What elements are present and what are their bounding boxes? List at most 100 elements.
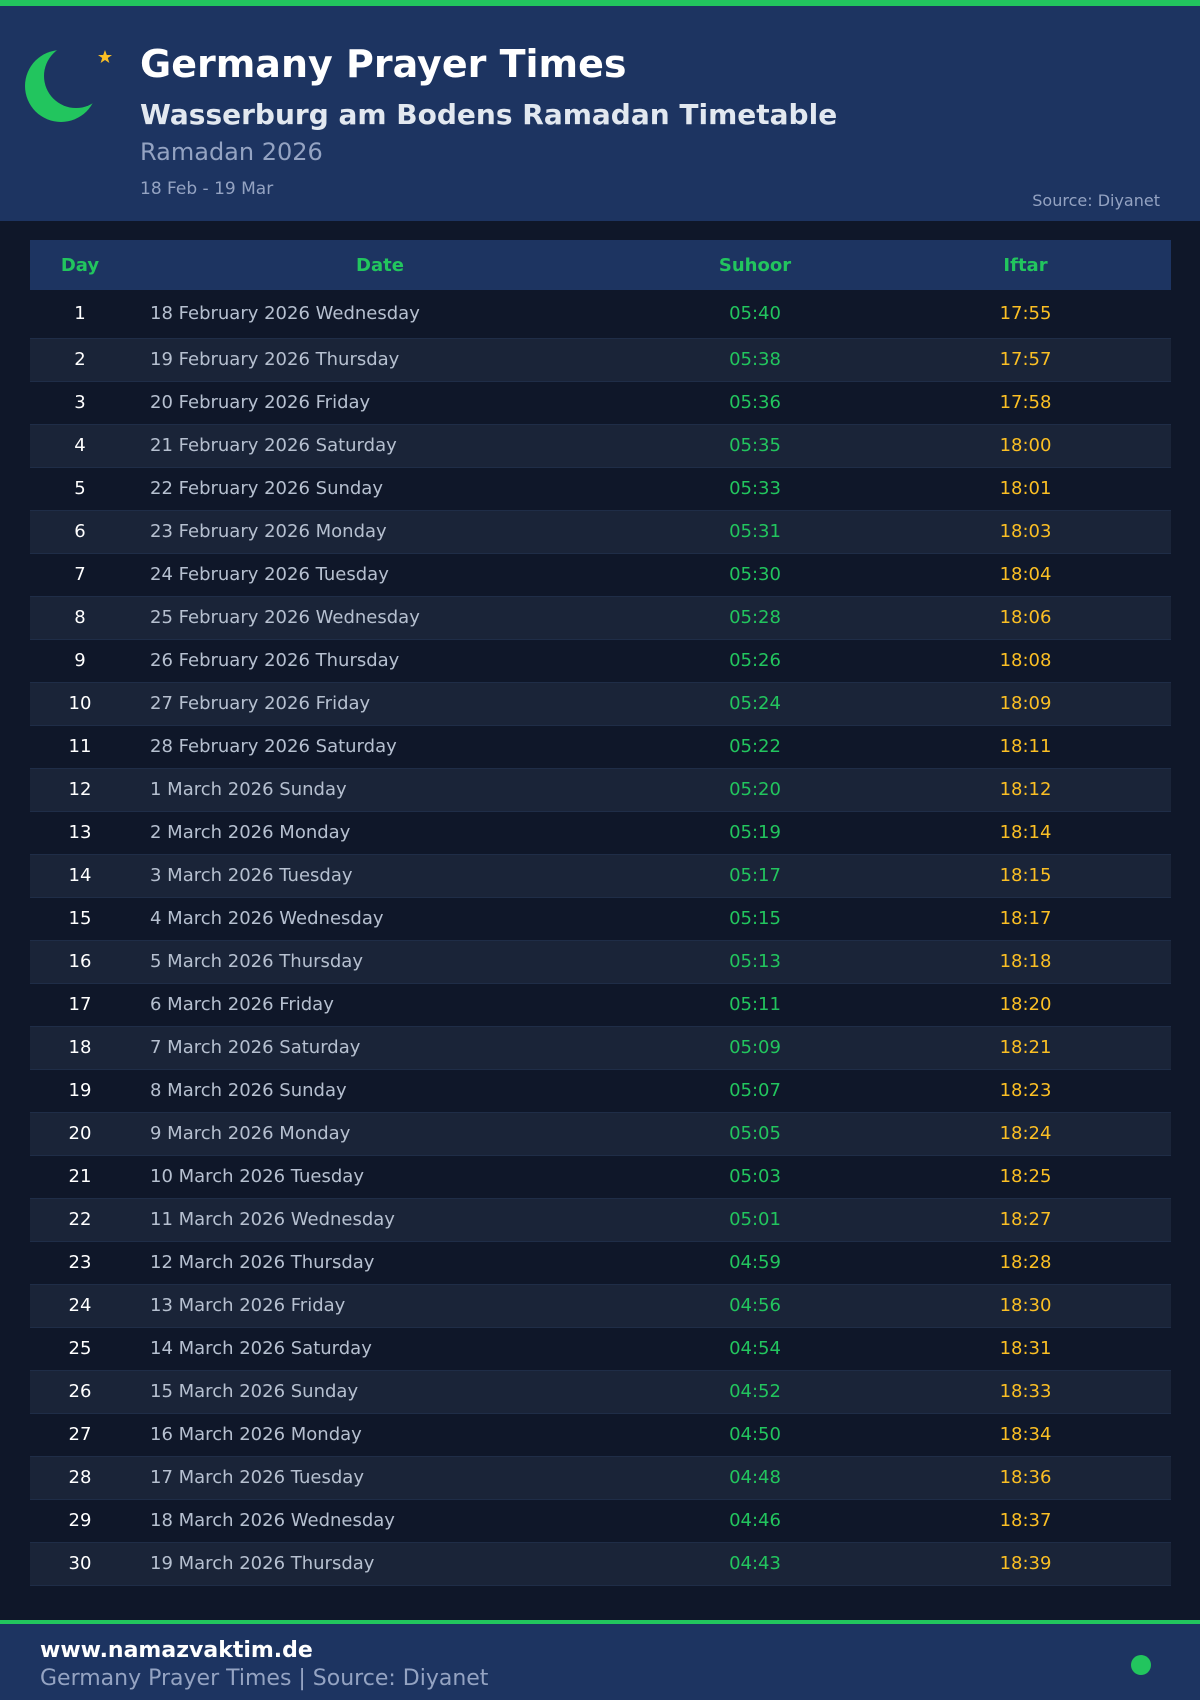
day-cell: 17	[68, 994, 92, 1015]
suhoor-cell: 04:43	[729, 1553, 781, 1574]
iftar-cell: 18:37	[999, 1510, 1052, 1531]
table-row: 6 23 February 2026 Monday 05:31 18:03	[30, 510, 1171, 553]
table-row: 14 3 March 2026 Tuesday 05:17 18:15	[30, 854, 1171, 897]
table-row: 21 10 March 2026 Tuesday 05:03 18:25	[30, 1155, 1171, 1198]
suhoor-cell: 04:52	[729, 1381, 781, 1402]
table-row: 7 24 February 2026 Tuesday 05:30 18:04	[30, 553, 1171, 596]
iftar-cell: 18:18	[999, 951, 1052, 972]
suhoor-cell: 05:03	[729, 1166, 781, 1187]
table-row: 12 1 March 2026 Sunday 05:20 18:12	[30, 768, 1171, 811]
iftar-cell: 18:30	[999, 1295, 1052, 1316]
suhoor-cell: 05:05	[729, 1123, 781, 1144]
table-row: 17 6 March 2026 Friday 05:11 18:20	[30, 983, 1171, 1026]
table-row: 11 28 February 2026 Saturday 05:22 18:11	[30, 725, 1171, 768]
day-cell: 4	[74, 435, 86, 456]
date-cell: 17 March 2026 Tuesday	[150, 1467, 364, 1488]
crescent-moon-star-icon	[24, 46, 124, 126]
table-row: 16 5 March 2026 Thursday 05:13 18:18	[30, 940, 1171, 983]
footer-site-link[interactable]: www.namazvaktim.de	[40, 1638, 313, 1663]
date-cell: 8 March 2026 Sunday	[150, 1080, 347, 1101]
suhoor-cell: 04:54	[729, 1338, 781, 1359]
suhoor-cell: 05:38	[729, 349, 781, 370]
date-cell: 20 February 2026 Friday	[150, 392, 371, 413]
suhoor-cell: 04:59	[729, 1252, 781, 1273]
date-cell: 5 March 2026 Thursday	[150, 951, 363, 972]
suhoor-cell: 04:48	[729, 1467, 781, 1488]
day-cell: 13	[68, 822, 92, 843]
status-dot-icon	[1131, 1655, 1151, 1675]
table-row: 3 20 February 2026 Friday 05:36 17:58	[30, 381, 1171, 424]
date-cell: 16 March 2026 Monday	[150, 1424, 362, 1445]
iftar-cell: 18:36	[999, 1467, 1052, 1488]
date-cell: 21 February 2026 Saturday	[150, 435, 397, 456]
suhoor-cell: 05:28	[729, 607, 781, 628]
table-row: 8 25 February 2026 Wednesday 05:28 18:06	[30, 596, 1171, 639]
table-row: 26 15 March 2026 Sunday 04:52 18:33	[30, 1370, 1171, 1413]
iftar-cell: 18:17	[999, 908, 1052, 929]
iftar-cell: 18:04	[999, 564, 1052, 585]
table-row: 10 27 February 2026 Friday 05:24 18:09	[30, 682, 1171, 725]
timetable: Day Date Suhoor Iftar 1 18 February 2026 …	[30, 240, 1171, 1586]
iftar-cell: 18:09	[999, 693, 1052, 714]
suhoor-cell: 05:19	[729, 822, 781, 843]
iftar-cell: 17:58	[999, 392, 1052, 413]
day-cell: 22	[68, 1209, 92, 1230]
column-header-suhoor: Suhoor	[718, 254, 792, 276]
day-cell: 23	[68, 1252, 92, 1273]
table-row: 22 11 March 2026 Wednesday 05:01 18:27	[30, 1198, 1171, 1241]
table-row: 29 18 March 2026 Wednesday 04:46 18:37	[30, 1499, 1171, 1542]
day-cell: 7	[74, 564, 86, 585]
suhoor-cell: 05:01	[729, 1209, 781, 1230]
iftar-cell: 18:28	[999, 1252, 1052, 1273]
iftar-cell: 18:39	[999, 1553, 1052, 1574]
page: Germany Prayer Times Wasserburg am Boden…	[0, 0, 1200, 1700]
iftar-cell: 18:27	[999, 1209, 1052, 1230]
iftar-cell: 18:24	[999, 1123, 1052, 1144]
table-row: 23 12 March 2026 Thursday 04:59 18:28	[30, 1241, 1171, 1284]
table-row: 5 22 February 2026 Sunday 05:33 18:01	[30, 467, 1171, 510]
date-cell: 6 March 2026 Friday	[150, 994, 334, 1015]
suhoor-cell: 05:07	[729, 1080, 781, 1101]
suhoor-cell: 04:46	[729, 1510, 781, 1531]
suhoor-cell: 05:33	[729, 478, 781, 499]
day-cell: 28	[68, 1467, 92, 1488]
day-cell: 26	[68, 1381, 92, 1402]
date-cell: 9 March 2026 Monday	[150, 1123, 351, 1144]
footer: www.namazvaktim.de Germany Prayer Times …	[0, 1620, 1200, 1700]
day-cell: 15	[68, 908, 92, 929]
date-cell: 18 February 2026 Wednesday	[150, 303, 420, 325]
day-cell: 29	[68, 1510, 92, 1531]
day-cell: 10	[68, 693, 92, 714]
table-row: 13 2 March 2026 Monday 05:19 18:14	[30, 811, 1171, 854]
day-cell: 18	[68, 1037, 92, 1058]
suhoor-cell: 05:35	[729, 435, 781, 456]
date-cell: 1 March 2026 Sunday	[150, 779, 347, 800]
table-row: 1 18 February 2026 Wednesday 05:40 17:55	[30, 290, 1171, 338]
iftar-cell: 18:33	[999, 1381, 1052, 1402]
page-subtitle: Wasserburg am Bodens Ramadan Timetable	[140, 98, 838, 131]
day-cell: 30	[68, 1553, 92, 1574]
day-cell: 19	[68, 1080, 92, 1101]
iftar-cell: 18:06	[999, 607, 1052, 628]
suhoor-cell: 05:17	[729, 865, 781, 886]
table-row: 27 16 March 2026 Monday 04:50 18:34	[30, 1413, 1171, 1456]
date-cell: 14 March 2026 Saturday	[150, 1338, 372, 1359]
table-row: 28 17 March 2026 Tuesday 04:48 18:36	[30, 1456, 1171, 1499]
suhoor-cell: 05:09	[729, 1037, 781, 1058]
day-cell: 14	[68, 865, 92, 886]
footer-subtitle: Germany Prayer Times | Source: Diyanet	[40, 1666, 489, 1691]
date-cell: 15 March 2026 Sunday	[150, 1381, 359, 1402]
date-cell: 4 March 2026 Wednesday	[150, 908, 384, 929]
table-row: 4 21 February 2026 Saturday 05:35 18:00	[30, 424, 1171, 467]
iftar-cell: 18:20	[999, 994, 1052, 1015]
date-cell: 13 March 2026 Friday	[150, 1295, 346, 1316]
column-header-date: Date	[356, 254, 404, 276]
day-cell: 5	[74, 478, 86, 499]
day-cell: 6	[74, 521, 86, 542]
suhoor-cell: 05:31	[729, 521, 781, 542]
day-cell: 24	[68, 1295, 92, 1316]
date-cell: 18 March 2026 Wednesday	[150, 1510, 395, 1531]
iftar-cell: 18:31	[999, 1338, 1052, 1359]
header: Germany Prayer Times Wasserburg am Boden…	[0, 0, 1200, 221]
date-range: 18 Feb - 19 Mar	[140, 179, 274, 199]
